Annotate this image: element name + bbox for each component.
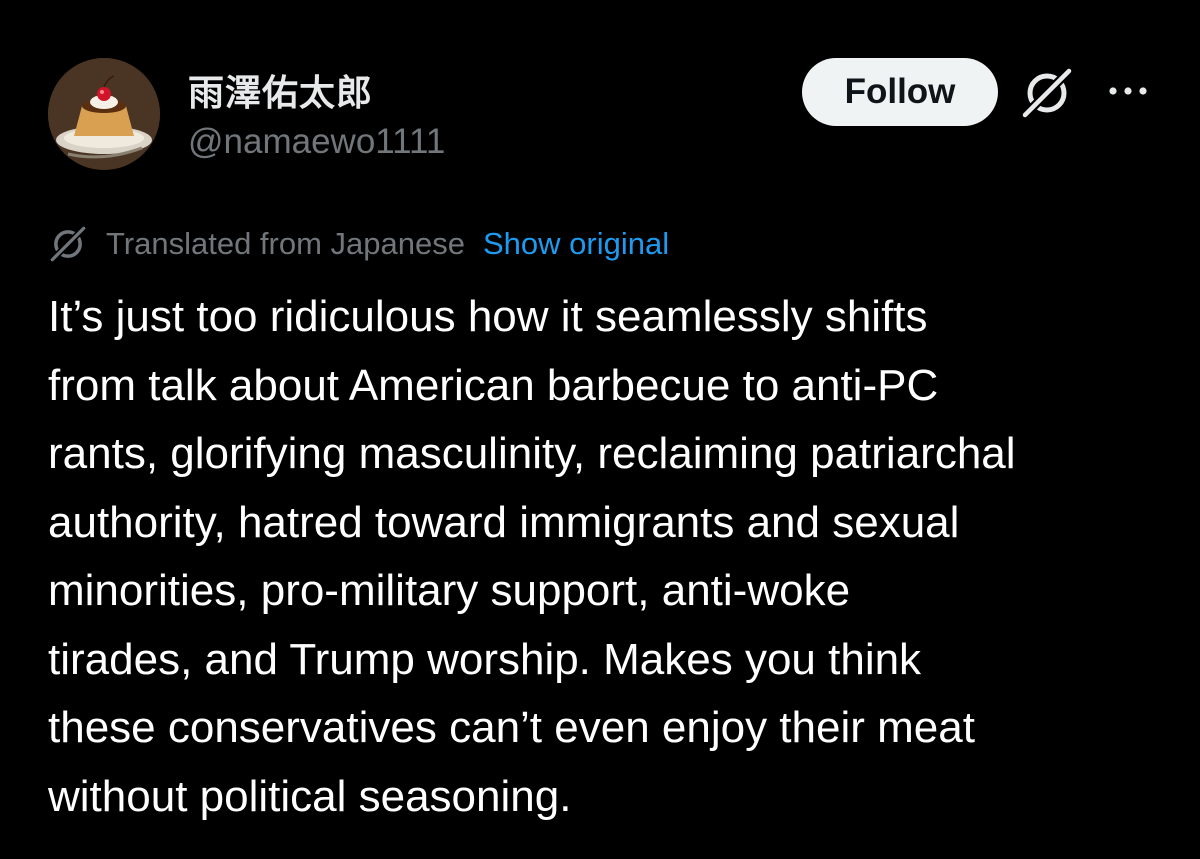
translated-label: Translated from Japanese [106,226,465,261]
post-card: 雨澤佑太郎 @namaewo1111 Follow Translated fro… [0,0,1200,859]
author-display-name[interactable]: 雨澤佑太郎 [188,64,373,116]
author-handle[interactable]: @namaewo1111 [188,122,445,162]
more-options-button[interactable] [1098,66,1158,116]
more-horizontal-icon [1109,87,1147,95]
post-text: It’s just too ridiculous how it seamless… [48,292,1016,821]
avatar[interactable] [48,58,160,170]
grok-icon [1020,66,1074,120]
translation-bar: Translated from Japanese Show original [48,224,669,264]
grok-button[interactable] [1016,62,1078,124]
pudding-avatar-icon [48,58,160,170]
follow-button[interactable]: Follow [802,58,998,126]
grok-translate-icon [48,224,92,264]
show-original-link[interactable]: Show original [483,226,669,262]
